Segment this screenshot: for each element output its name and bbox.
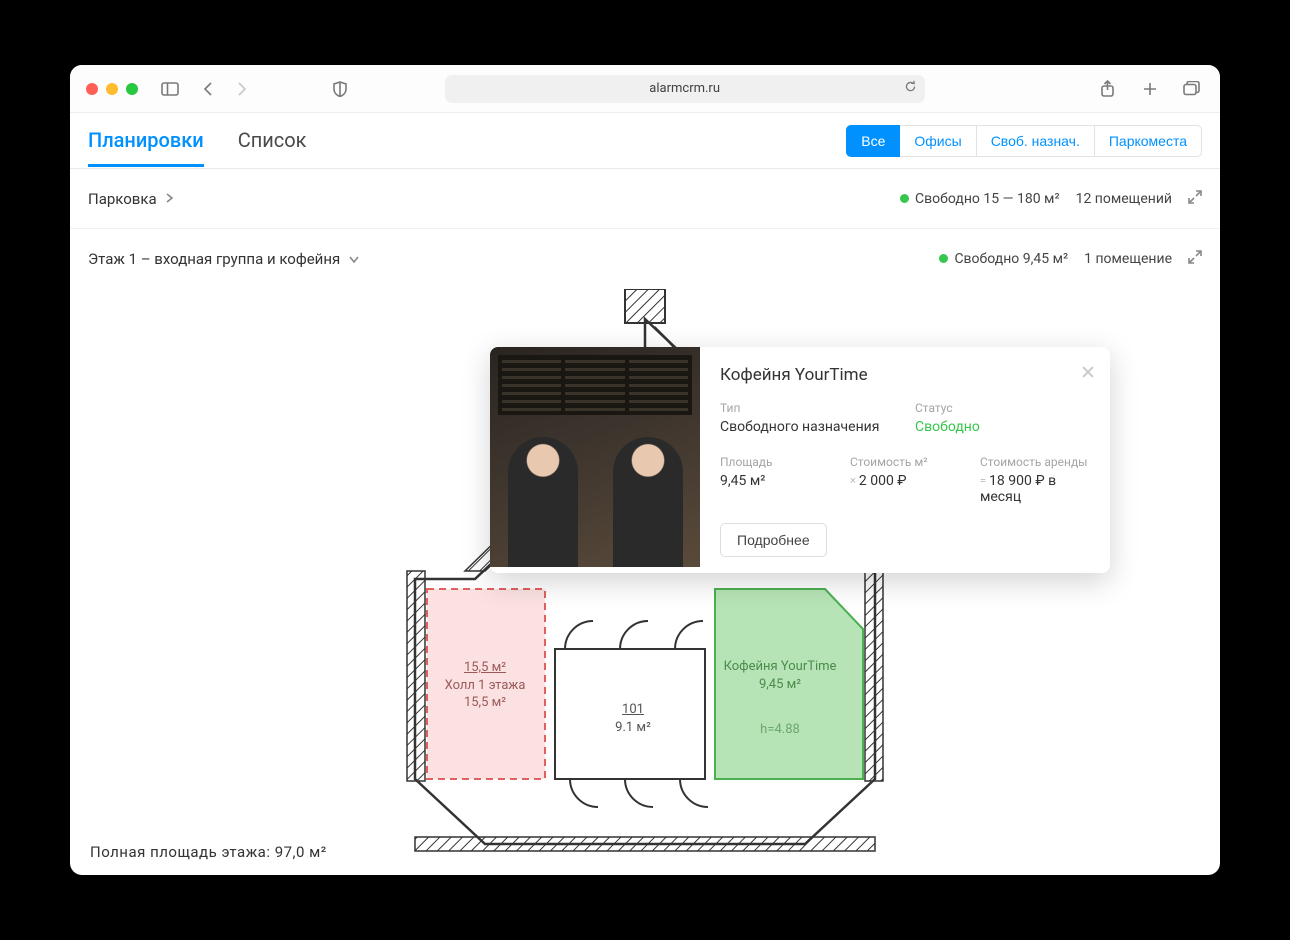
total-area-label: Полная площадь этажа: 97,0 м²: [90, 843, 327, 861]
address-bar[interactable]: alarmcrm.ru: [445, 75, 925, 103]
section-parking-title: Парковка: [88, 190, 157, 208]
share-icon[interactable]: [1096, 77, 1120, 101]
filter-parking[interactable]: Паркоместа: [1095, 125, 1202, 157]
maximize-window-button[interactable]: [126, 83, 138, 95]
chevron-right-icon: [165, 190, 174, 208]
field-price-m2: Стоимость м² ×2 000 ₽: [850, 455, 960, 505]
page-tabs-row: Планировки Список Все Офисы Своб. назнач…: [70, 113, 1220, 169]
popover-body: Кофейня YourTime Тип Свободного назначен…: [700, 347, 1110, 573]
field-area: Площадь 9,45 м²: [720, 455, 830, 505]
filter-free-purpose[interactable]: Своб. назнач.: [977, 125, 1095, 157]
view-tabs: Планировки Список: [88, 114, 307, 167]
tab-spisok[interactable]: Список: [238, 114, 307, 167]
popover-photo: [490, 347, 700, 567]
url-text: alarmcrm.ru: [649, 81, 720, 96]
nav-arrows: [196, 77, 254, 101]
reload-icon[interactable]: [904, 80, 917, 97]
field-rent: Стоимость аренды =18 900 ₽ в месяц: [980, 455, 1090, 505]
section-floor1-free: Свободно 9,45 м²: [939, 251, 1068, 267]
section-parking[interactable]: Парковка Свободно 15 — 180 м² 12 помещен…: [70, 169, 1220, 229]
tabs-overview-icon[interactable]: [1180, 77, 1204, 101]
details-button[interactable]: Подробнее: [720, 523, 827, 557]
section-parking-count: 12 помещений: [1076, 191, 1172, 207]
chevron-down-icon: [348, 250, 360, 268]
close-window-button[interactable]: [86, 83, 98, 95]
field-type: Тип Свободного назначения: [720, 401, 895, 435]
new-tab-icon[interactable]: [1138, 77, 1162, 101]
field-status: Статус Свободно: [915, 401, 1090, 435]
tab-planirovki[interactable]: Планировки: [88, 114, 204, 167]
filter-group: Все Офисы Своб. назнач. Паркоместа: [846, 125, 1202, 157]
shield-icon[interactable]: [328, 77, 352, 101]
section-parking-free: Свободно 15 — 180 м²: [900, 191, 1060, 207]
back-button[interactable]: [196, 77, 220, 101]
forward-button[interactable]: [230, 77, 254, 101]
close-icon[interactable]: [1080, 361, 1096, 385]
section-floor1-count: 1 помещение: [1084, 251, 1172, 267]
popover-title: Кофейня YourTime: [720, 365, 1090, 385]
section-floor1[interactable]: Этаж 1 – входная группа и кофейня Свобод…: [70, 229, 1220, 289]
room-hall[interactable]: [427, 589, 545, 779]
filter-offices[interactable]: Офисы: [900, 125, 976, 157]
browser-window: alarmcrm.ru Планировки Список Все Офисы: [70, 65, 1220, 875]
section-floor1-title: Этаж 1 – входная группа и кофейня: [88, 250, 340, 268]
filter-all[interactable]: Все: [846, 125, 900, 157]
floor-plan-area: 15,5 м² Холл 1 этажа 15,5 м² 101 9.1 м² …: [70, 289, 1220, 875]
status-dot-icon: [939, 254, 948, 263]
minimize-window-button[interactable]: [106, 83, 118, 95]
status-dot-icon: [900, 194, 909, 203]
toolbar-right: [1096, 77, 1204, 101]
room-cafe[interactable]: [715, 589, 863, 779]
expand-icon[interactable]: [1188, 190, 1202, 208]
expand-icon[interactable]: [1188, 250, 1202, 268]
window-controls: [86, 83, 138, 95]
sidebar-toggle-icon[interactable]: [158, 77, 182, 101]
room-popover: Кофейня YourTime Тип Свободного назначен…: [490, 347, 1110, 573]
browser-toolbar: alarmcrm.ru: [70, 65, 1220, 113]
